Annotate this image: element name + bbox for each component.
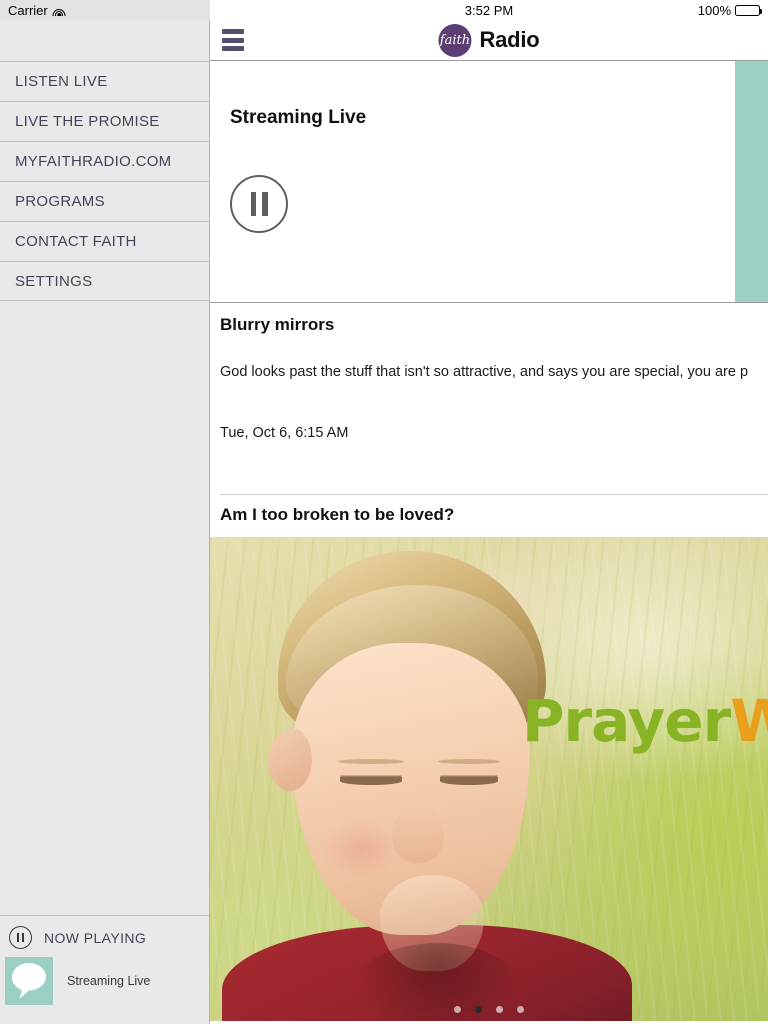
sidebar-item-myfaithradio[interactable]: MYFAITHRADIO.COM [0, 141, 209, 181]
battery-full-icon [735, 4, 763, 16]
battery-percent-label: 100% [697, 2, 731, 18]
article-title: Blurry mirrors [220, 315, 335, 334]
status-bar-right-region: 3:52 PM 100% [210, 0, 768, 20]
sidebar-item-listen-live[interactable]: LISTEN LIVE [0, 61, 209, 101]
main-content: faith Radio Streaming Live Blurry mirror… [210, 20, 768, 1024]
faith-logo-icon: faith [438, 23, 472, 57]
sidebar: LISTEN LIVE LIVE THE PROMISE MYFAITHRADI… [0, 20, 210, 1024]
live-player-card[interactable]: Streaming Live [210, 61, 768, 303]
player-title: Streaming Live [230, 107, 367, 128]
app-header: faith Radio [210, 20, 768, 61]
hero-text-green: Prayer [522, 687, 731, 755]
article-blurry-mirrors[interactable]: Blurry mirrors God looks past the stuff … [210, 303, 768, 495]
sidebar-item-contact-faith[interactable]: CONTACT FAITH [0, 221, 209, 261]
page-dot[interactable] [496, 1006, 503, 1013]
pause-icon[interactable] [9, 926, 32, 949]
sidebar-item-live-the-promise[interactable]: LIVE THE PROMISE [0, 101, 209, 141]
now-playing-header: NOW PLAYING [0, 926, 209, 957]
wifi-icon [52, 5, 66, 16]
article-hero-image[interactable]: PrayerW [210, 537, 768, 1021]
sidebar-item-label: LIVE THE PROMISE [15, 113, 160, 130]
speech-bubble-icon [5, 957, 53, 1005]
player-accent-strip [735, 61, 768, 302]
sidebar-item-label: LISTEN LIVE [15, 73, 108, 90]
app-root: Carrier 3:52 PM 100% LISTEN LIVE LIVE TH… [0, 0, 768, 1024]
article-am-i-too-broken[interactable]: Am I too broken to be loved? [210, 495, 768, 537]
status-bar-left: Carrier [0, 0, 210, 20]
battery-status: 100% [697, 0, 763, 20]
sidebar-item-settings[interactable]: SETTINGS [0, 261, 209, 301]
pause-button[interactable] [230, 175, 288, 233]
carrier-label: Carrier [8, 2, 48, 18]
praying-boy-photo [222, 545, 632, 1021]
hero-text-orange: W [730, 687, 768, 755]
page-dot-active[interactable] [475, 1006, 482, 1013]
sidebar-item-label: PROGRAMS [15, 193, 105, 210]
hamburger-icon[interactable] [222, 29, 244, 51]
now-playing-track-label: Streaming Live [67, 974, 151, 988]
page-dot[interactable] [517, 1006, 524, 1013]
carousel-page-indicator[interactable] [210, 1006, 768, 1013]
page-dot[interactable] [454, 1006, 461, 1013]
brand-logo: faith Radio [438, 23, 540, 57]
now-playing-label: NOW PLAYING [44, 929, 147, 946]
article-timestamp: Tue, Oct 6, 6:15 AM [220, 425, 349, 441]
now-playing-track-row[interactable]: Streaming Live [0, 957, 209, 1024]
article-title: Am I too broken to be loved? [220, 505, 455, 524]
article-excerpt: God looks past the stuff that isn't so a… [220, 364, 749, 380]
now-playing-panel: NOW PLAYING Streaming Live [0, 915, 209, 1024]
brand-name: Radio [479, 27, 540, 52]
clock: 3:52 PM [464, 2, 514, 18]
sidebar-item-label: MYFAITHRADIO.COM [15, 153, 172, 170]
sidebar-menu: LISTEN LIVE LIVE THE PROMISE MYFAITHRADI… [0, 61, 209, 301]
sidebar-item-label: CONTACT FAITH [15, 233, 137, 250]
sidebar-item-programs[interactable]: PROGRAMS [0, 181, 209, 221]
hero-overlay-text: PrayerW [522, 687, 768, 755]
status-bar: Carrier 3:52 PM 100% [0, 0, 768, 20]
sidebar-item-label: SETTINGS [15, 272, 93, 290]
